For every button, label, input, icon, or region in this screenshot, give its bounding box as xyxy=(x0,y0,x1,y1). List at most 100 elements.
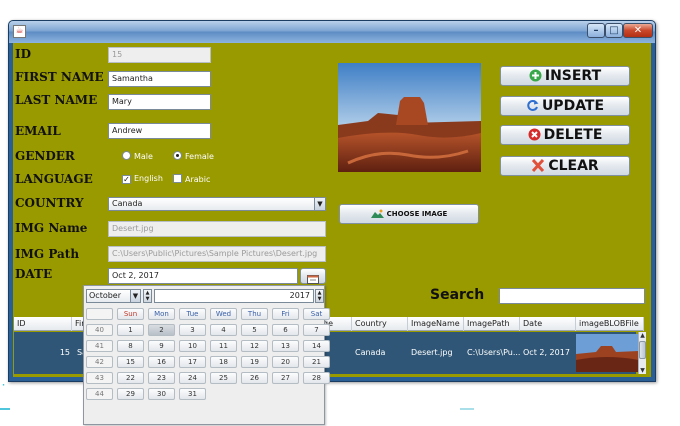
weekday-header: Fri xyxy=(272,308,299,320)
choose-image-label: CHOOSE IMAGE xyxy=(386,210,448,218)
month-select-value: October xyxy=(89,291,122,300)
date-picker-button[interactable] xyxy=(300,268,326,284)
update-label: UPDATE xyxy=(541,98,605,114)
column-header-country[interactable]: Country xyxy=(352,317,408,331)
calendar-day[interactable]: 28 xyxy=(303,372,330,384)
calendar-day[interactable]: 22 xyxy=(117,372,144,384)
calendar-day[interactable]: 9 xyxy=(148,340,175,352)
last-name-label: LAST NAME xyxy=(15,93,98,107)
calendar-day[interactable]: 8 xyxy=(117,340,144,352)
weekday-header: Sat xyxy=(303,308,330,320)
delete-button[interactable]: DELETE xyxy=(500,125,630,145)
calendar-day[interactable]: 23 xyxy=(148,372,175,384)
calendar-day[interactable]: 12 xyxy=(241,340,268,352)
clear-button[interactable]: CLEAR xyxy=(500,156,630,176)
calendar-day[interactable]: 10 xyxy=(179,340,206,352)
date-field[interactable]: Oct 2, 2017 xyxy=(108,268,298,284)
language-arabic-checkbox[interactable]: Arabic xyxy=(173,174,210,185)
calendar-day[interactable]: 27 xyxy=(272,372,299,384)
chevron-down-icon: ▼ xyxy=(130,290,140,302)
calendar-day[interactable]: 30 xyxy=(148,388,175,400)
calendar-day[interactable]: 19 xyxy=(241,356,268,368)
scroll-up-icon[interactable]: ▲ xyxy=(639,332,646,339)
desert-photo xyxy=(338,63,481,172)
week-number: 41 xyxy=(86,340,113,352)
gender-female-radio[interactable]: Female xyxy=(173,151,214,162)
plus-circle-icon xyxy=(529,69,542,82)
weekday-header: Wed xyxy=(210,308,237,320)
maximize-button[interactable]: □ xyxy=(605,23,623,38)
column-header-image-name[interactable]: ImageName xyxy=(408,317,464,331)
calendar-day[interactable]: 31 xyxy=(179,388,206,400)
language-english-checkbox[interactable]: ✓ English xyxy=(122,174,163,184)
desert-thumbnail xyxy=(576,334,639,372)
cell-image-blob-thumbnail xyxy=(576,334,639,372)
weekday-header: Tue xyxy=(179,308,206,320)
radio-button-selected-icon xyxy=(173,151,182,160)
calendar-day[interactable]: 6 xyxy=(272,324,299,336)
column-header-image-path[interactable]: ImagePath xyxy=(464,317,520,331)
column-header-image-blob[interactable]: imageBLOBFile xyxy=(576,317,644,331)
language-english-label: English xyxy=(134,174,163,183)
month-select[interactable]: October ▼ xyxy=(86,289,141,303)
minimize-button[interactable]: – xyxy=(587,23,605,38)
calendar-day[interactable]: 24 xyxy=(179,372,206,384)
desktop-speck xyxy=(460,408,474,410)
last-name-field[interactable]: Mary xyxy=(108,94,211,110)
clear-label: CLEAR xyxy=(548,158,599,174)
email-field[interactable]: Andrew xyxy=(108,123,211,139)
gender-male-label: Male xyxy=(134,152,153,161)
calendar-day[interactable]: 14 xyxy=(303,340,330,352)
country-select[interactable]: Canada ▼ xyxy=(108,197,326,211)
week-number: 44 xyxy=(86,388,113,400)
calendar-day[interactable]: 20 xyxy=(272,356,299,368)
calendar-day[interactable]: 1 xyxy=(117,324,144,336)
calendar-day[interactable]: 18 xyxy=(210,356,237,368)
cell-image-name: Desert.jpg xyxy=(411,348,453,357)
calendar-day[interactable]: 11 xyxy=(210,340,237,352)
gender-male-radio[interactable]: Male xyxy=(122,151,153,162)
scroll-down-icon[interactable]: ▼ xyxy=(639,367,646,374)
scrollbar-thumb[interactable] xyxy=(639,341,646,359)
update-button[interactable]: UPDATE xyxy=(500,96,630,116)
calendar-day[interactable]: 3 xyxy=(179,324,206,336)
table-scrollbar[interactable]: ▲ ▼ xyxy=(638,332,646,374)
insert-button[interactable]: INSERT xyxy=(500,66,630,86)
chevron-down-icon: ▼ xyxy=(314,198,325,210)
first-name-field[interactable]: Samantha xyxy=(108,71,211,87)
calendar-day[interactable]: 16 xyxy=(148,356,175,368)
selected-image xyxy=(338,63,481,172)
calendar-day[interactable]: 15 xyxy=(117,356,144,368)
calendar-day[interactable]: 25 xyxy=(210,372,237,384)
img-path-field: C:\Users\Public\Pictures\Sample Pictures… xyxy=(108,246,326,262)
calendar-day[interactable]: 5 xyxy=(241,324,268,336)
first-name-label: FIRST NAME xyxy=(15,70,104,84)
language-label: LANGUAGE xyxy=(15,172,93,186)
weekday-header: Thu xyxy=(241,308,268,320)
year-spinner[interactable]: ▲ ▼ xyxy=(315,289,324,303)
x-icon xyxy=(532,159,545,172)
calendar-day[interactable]: 29 xyxy=(117,388,144,400)
search-label: Search xyxy=(430,287,485,303)
column-header-date[interactable]: Date xyxy=(520,317,576,331)
id-field: 15 xyxy=(108,47,211,63)
calendar-day[interactable]: 21 xyxy=(303,356,330,368)
calendar-day[interactable]: 13 xyxy=(272,340,299,352)
img-name-label: IMG Name xyxy=(15,221,88,235)
week-number: 40 xyxy=(86,324,113,336)
gender-label: GENDER xyxy=(15,149,75,163)
calendar-day[interactable]: 26 xyxy=(241,372,268,384)
calendar-day[interactable]: 2 xyxy=(148,324,175,336)
year-field[interactable]: 2017 xyxy=(154,289,314,303)
calendar-day[interactable]: 4 xyxy=(210,324,237,336)
calendar-day[interactable]: 17 xyxy=(179,356,206,368)
choose-image-button[interactable]: CHOOSE IMAGE xyxy=(339,204,479,224)
column-header-id[interactable]: ID xyxy=(14,317,72,331)
month-spinner[interactable]: ▲ ▼ xyxy=(143,289,152,303)
x-circle-icon xyxy=(528,128,541,141)
title-bar[interactable]: ☕ – □ ✕ xyxy=(9,21,655,43)
close-button[interactable]: ✕ xyxy=(623,23,653,38)
search-input[interactable] xyxy=(499,288,645,304)
delete-label: DELETE xyxy=(543,127,603,143)
calendar-day[interactable]: 7 xyxy=(303,324,330,336)
